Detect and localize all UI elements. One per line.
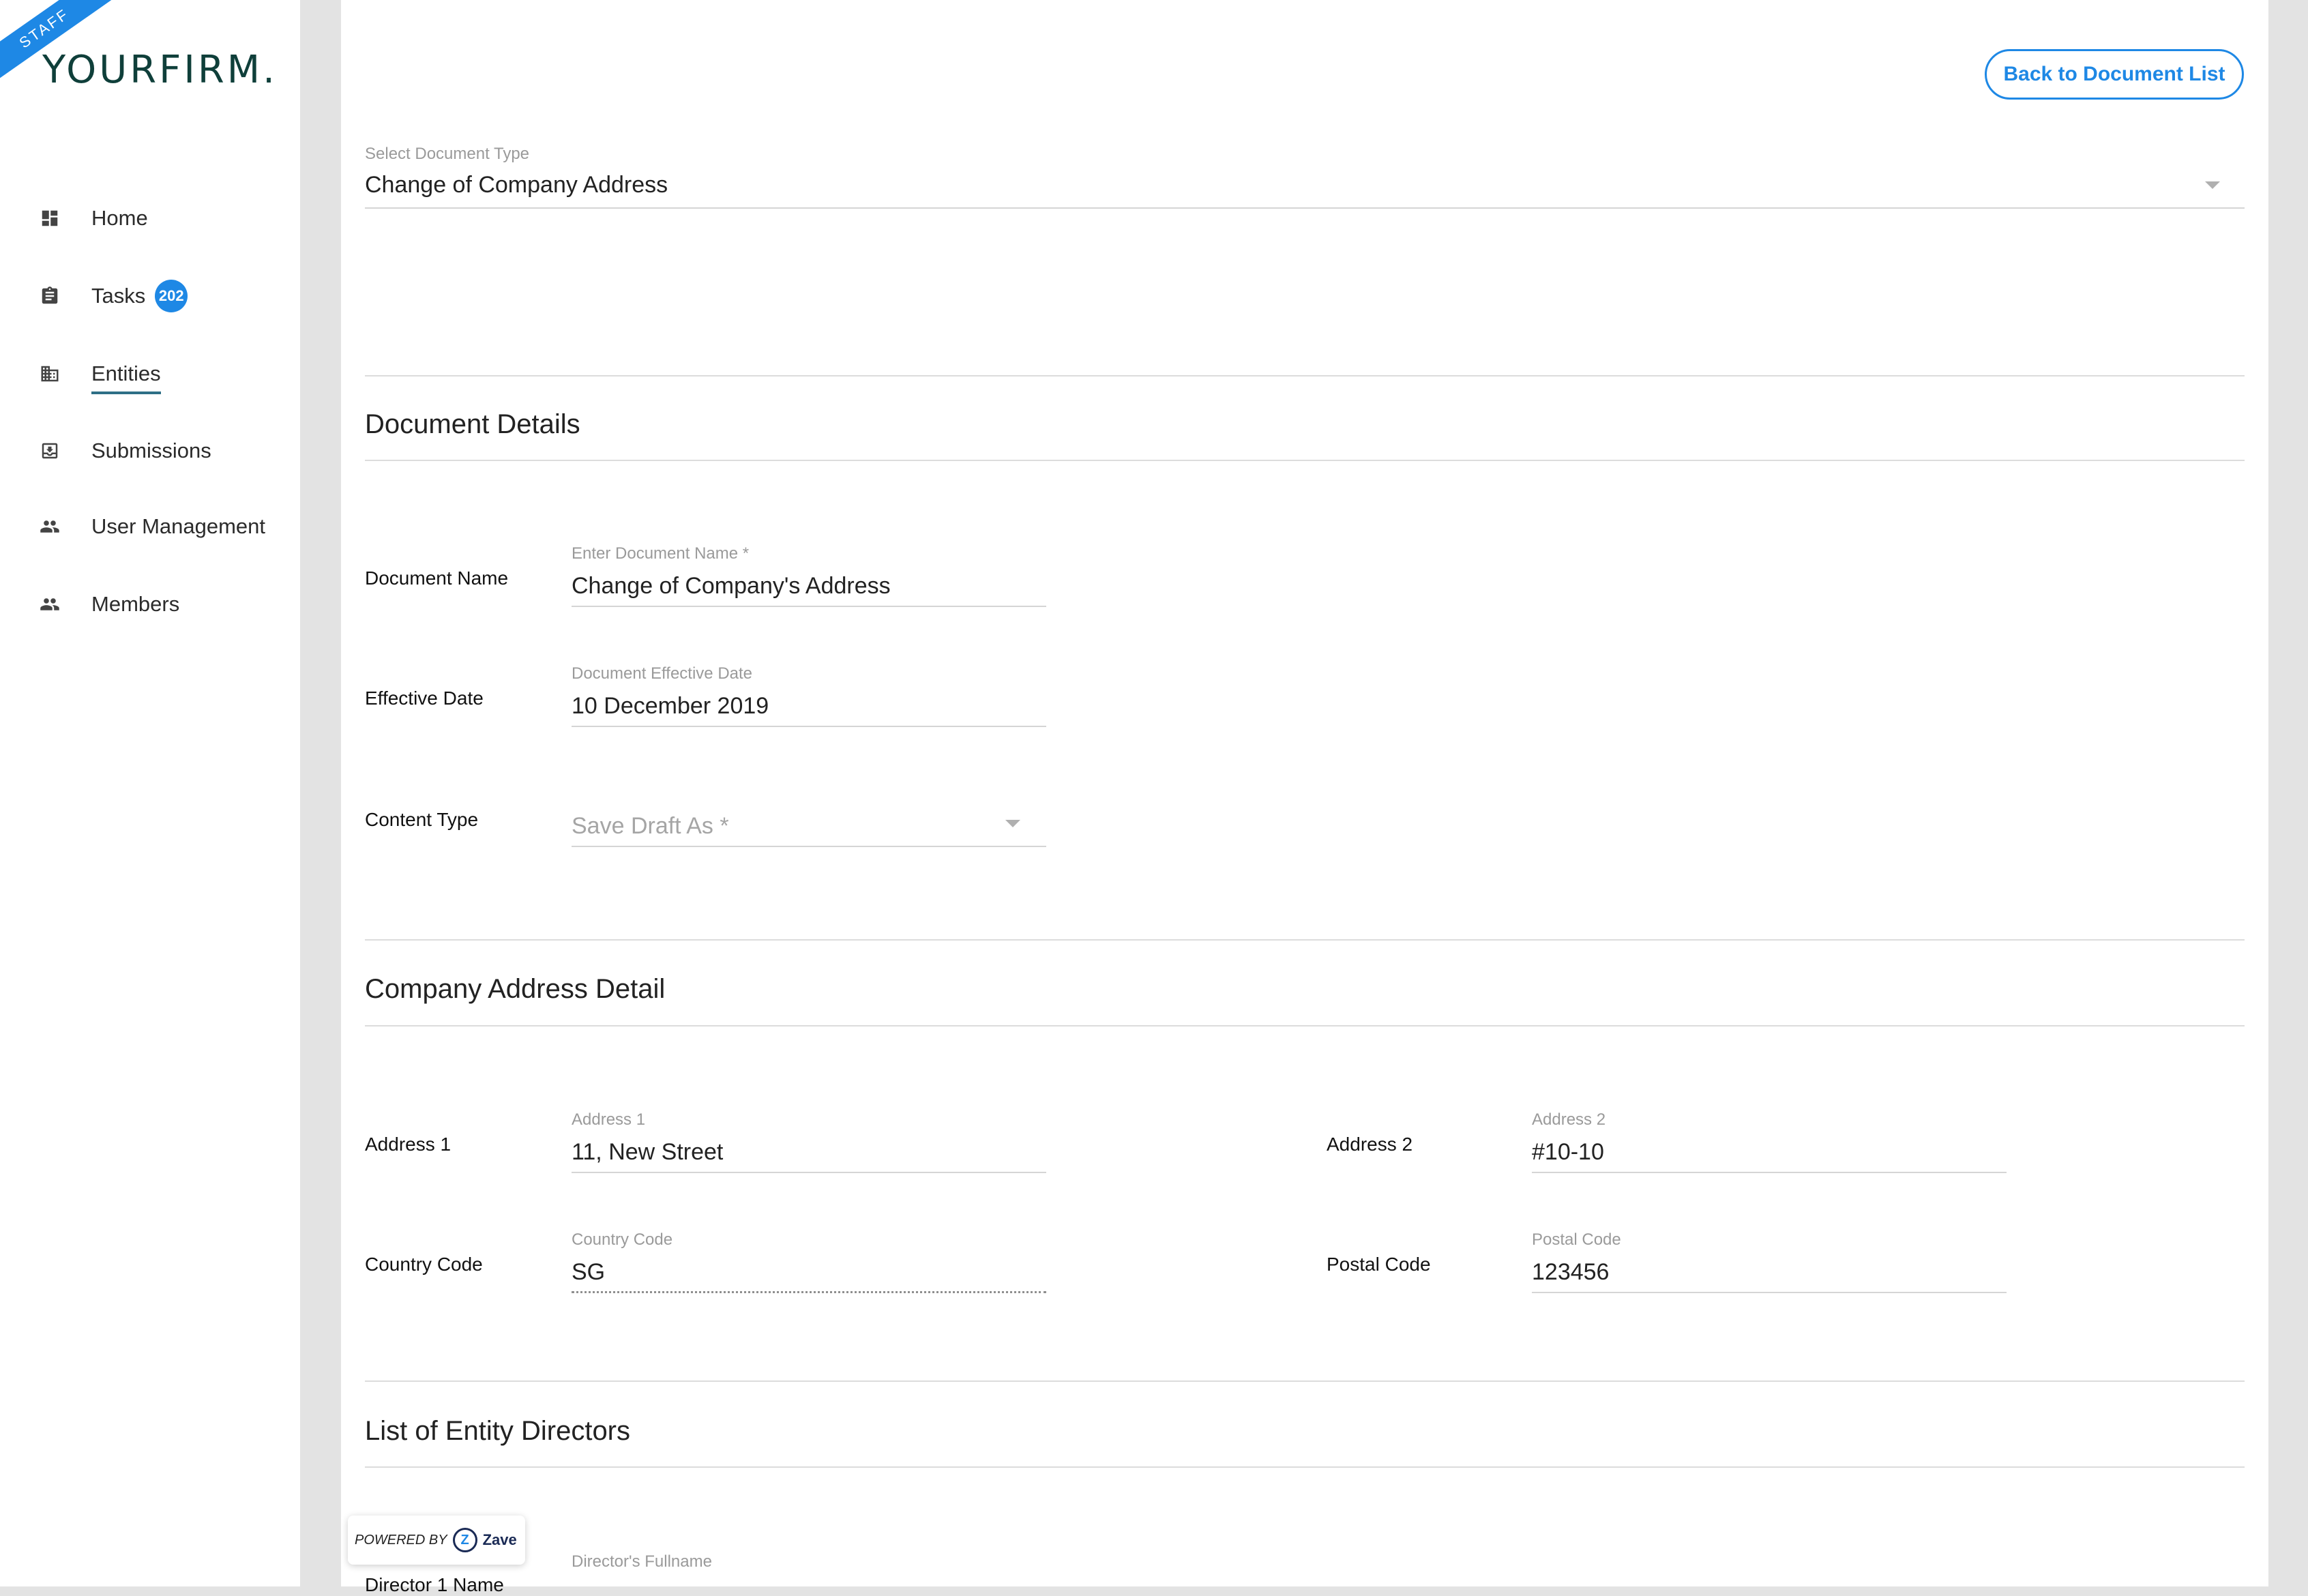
address1-input[interactable]: 11, New Street	[572, 1139, 723, 1166]
divider	[365, 1466, 2245, 1468]
company-address-detail-title: Company Address Detail	[365, 974, 666, 1004]
sidebar-item-submissions[interactable]: Submissions	[40, 430, 211, 471]
director1-field-label: Director's Fullname	[572, 1552, 712, 1571]
active-indicator	[91, 391, 161, 394]
input-underline	[1532, 1172, 2007, 1173]
divider	[365, 1025, 2245, 1026]
people-icon	[40, 594, 60, 615]
input-underline-disabled	[572, 1291, 1046, 1293]
select-underline	[572, 846, 1046, 847]
document-details-title: Document Details	[365, 409, 580, 439]
effective-date-field-label: Document Effective Date	[572, 664, 753, 683]
address2-label: Address 2	[1327, 1134, 1413, 1155]
clipboard-icon	[40, 286, 60, 306]
director1-name-label: Director 1 Name	[365, 1574, 504, 1595]
chevron-down-icon[interactable]	[1005, 820, 1020, 827]
dashboard-icon	[40, 208, 60, 228]
powered-by-badge[interactable]: POWERED BY Z Zave	[348, 1516, 525, 1565]
powered-by-text: POWERED BY	[355, 1532, 447, 1548]
tasks-count-badge: 202	[155, 280, 188, 312]
address2-field-label: Address 2	[1532, 1110, 1606, 1129]
divider	[365, 375, 2245, 376]
chevron-down-icon[interactable]	[2205, 181, 2220, 189]
document-type-value[interactable]: Change of Company Address	[365, 172, 668, 198]
zave-logo-icon: Z	[452, 1528, 477, 1552]
postal-code-input[interactable]: 123456	[1532, 1259, 1609, 1286]
select-underline	[365, 207, 2245, 209]
document-type-label: Select Document Type	[365, 145, 530, 163]
sidebar-item-home[interactable]: Home	[40, 198, 148, 239]
address1-label: Address 1	[365, 1134, 452, 1155]
inbox-icon	[40, 441, 60, 461]
input-underline	[572, 1172, 1046, 1173]
content-type-placeholder[interactable]: Save Draft As *	[572, 813, 729, 840]
main-content: Back to Document List Select Document Ty…	[341, 0, 2268, 1595]
entity-directors-title: List of Entity Directors	[365, 1416, 631, 1446]
effective-date-label: Effective Date	[365, 688, 484, 709]
sidebar-item-label: Home	[91, 206, 148, 230]
country-code-input[interactable]: SG	[572, 1259, 605, 1286]
firm-logo[interactable]: YOURFIRM.	[42, 48, 278, 92]
country-code-label: Country Code	[365, 1254, 483, 1275]
sidebar-item-label: Members	[91, 592, 180, 616]
people-icon	[40, 516, 60, 537]
document-name-input[interactable]: Change of Company's Address	[572, 573, 891, 600]
sidebar-item-user-management[interactable]: User Management	[40, 506, 265, 547]
input-underline	[572, 606, 1046, 607]
sidebar-item-label: User Management	[91, 514, 266, 538]
sidebar-item-members[interactable]: Members	[40, 584, 179, 625]
zave-brand-name: Zave	[482, 1531, 517, 1548]
sidebar-item-label: Entities	[91, 361, 161, 394]
postal-code-label: Postal Code	[1327, 1254, 1431, 1275]
divider	[365, 460, 2245, 461]
address1-field-label: Address 1	[572, 1110, 646, 1129]
sidebar-item-label: Tasks	[91, 284, 146, 308]
document-name-label: Document Name	[365, 567, 509, 589]
building-icon	[40, 364, 60, 384]
sidebar: STAFF YOURFIRM. Home Tasks 202 Entities …	[0, 0, 300, 1586]
country-code-field-label: Country Code	[572, 1230, 673, 1249]
input-underline	[572, 726, 1046, 727]
divider	[365, 1380, 2245, 1382]
sidebar-item-tasks[interactable]: Tasks 202	[40, 276, 188, 316]
content-type-label: Content Type	[365, 809, 479, 830]
back-to-document-list-button[interactable]: Back to Document List	[1985, 49, 2244, 100]
address2-input[interactable]: #10-10	[1532, 1139, 1604, 1166]
effective-date-input[interactable]: 10 December 2019	[572, 693, 769, 720]
input-underline	[1532, 1292, 2007, 1293]
document-name-field-label: Enter Document Name *	[572, 544, 750, 563]
divider	[365, 939, 2245, 941]
postal-code-field-label: Postal Code	[1532, 1230, 1621, 1249]
sidebar-item-label: Submissions	[91, 439, 211, 462]
sidebar-item-entities[interactable]: Entities	[40, 353, 161, 394]
